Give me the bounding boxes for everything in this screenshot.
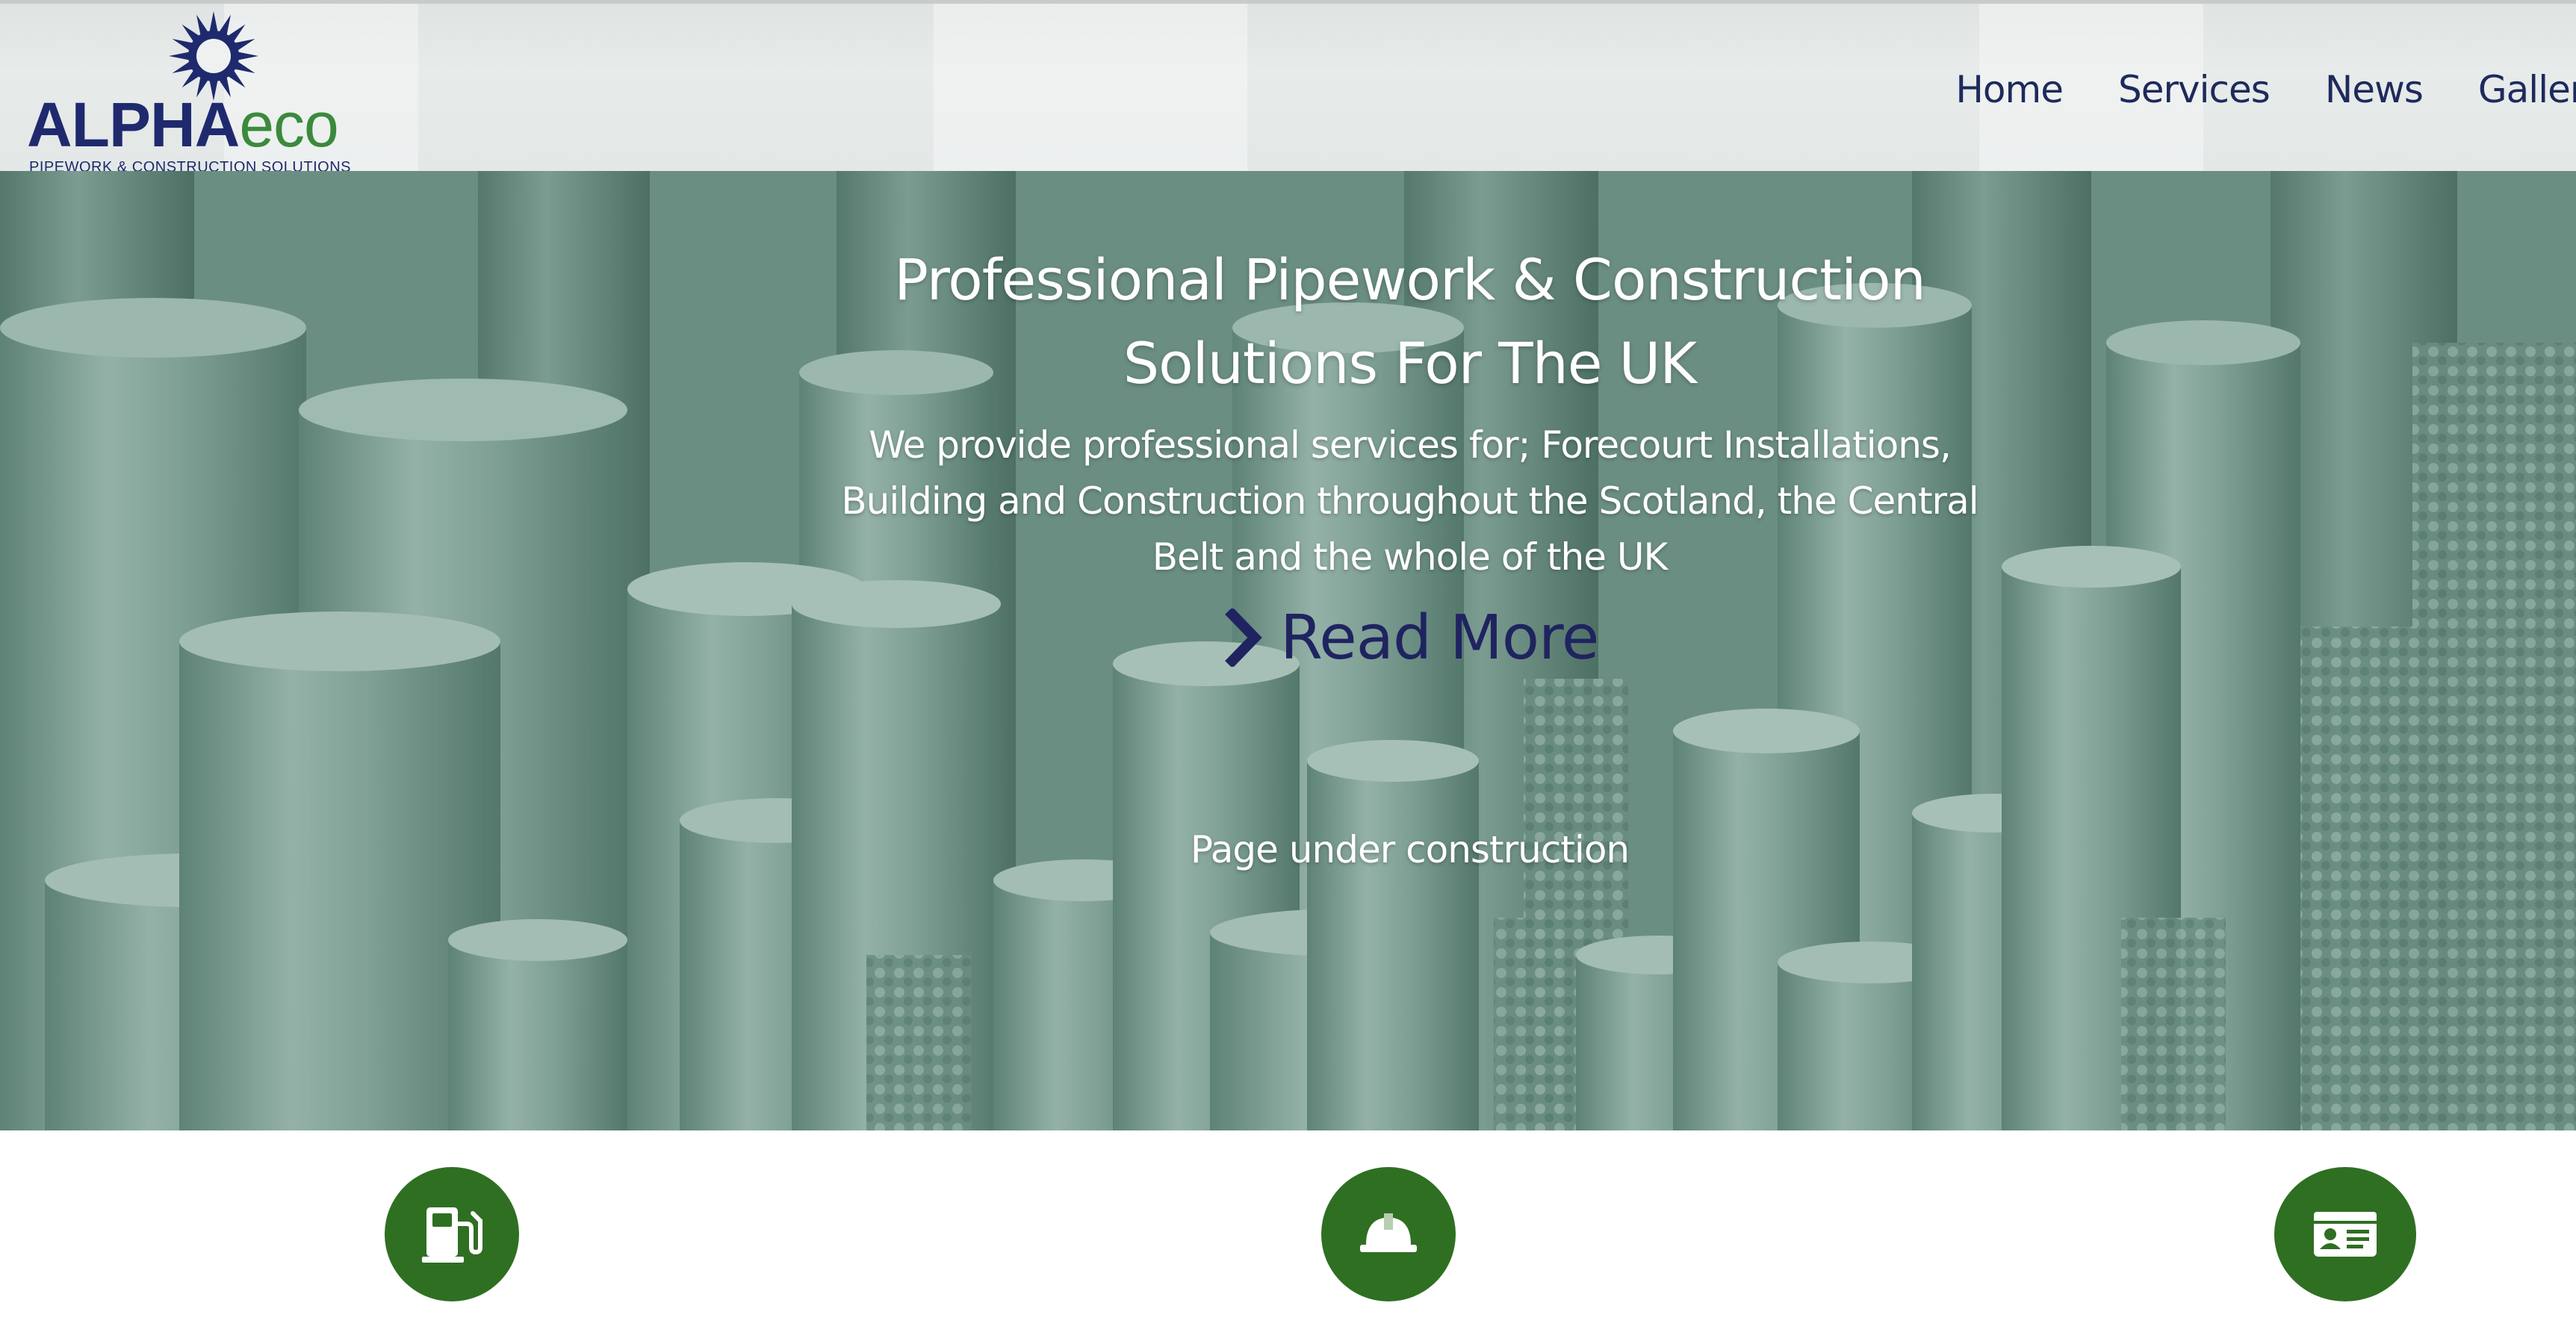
hard-hat-icon (1360, 1213, 1417, 1252)
read-more-link[interactable]: Read More (1225, 597, 1599, 679)
read-more-label: Read More (1280, 602, 1599, 673)
nav-link-gallery[interactable]: Gallery (2478, 68, 2576, 111)
fuel-pump-icon (422, 1207, 482, 1263)
hero-banner: Professional Pipework & Construction Sol… (0, 171, 2576, 1130)
hero-title: Professional Pipework & Construction Sol… (894, 246, 1926, 396)
logo-alpha-text: ALPHA (27, 90, 240, 160)
service-forecourt-button[interactable] (385, 1167, 519, 1301)
logo-wordmark: ALPHAeco (27, 93, 339, 156)
service-construction-button[interactable] (1321, 1167, 1456, 1301)
id-card-icon (2314, 1212, 2377, 1257)
site-header: ALPHAeco PIPEWORK & CONSTRUCTION SOLUTIO… (0, 0, 2576, 171)
under-construction-notice: Page under construction (1190, 828, 1630, 871)
chevron-right-icon (1225, 609, 1262, 667)
main-navigation: Home Services News Gallery (1955, 68, 2576, 111)
hero-content: Professional Pipework & Construction Sol… (0, 171, 2576, 1130)
service-contact-button[interactable] (2274, 1167, 2416, 1301)
hero-subtitle: We provide professional services for; Fo… (841, 423, 1978, 579)
site-logo[interactable]: ALPHAeco PIPEWORK & CONSTRUCTION SOLUTIO… (27, 10, 356, 171)
nav-link-services[interactable]: Services (2118, 68, 2271, 111)
logo-eco-text: eco (239, 90, 338, 160)
nav-link-news[interactable]: News (2325, 68, 2424, 111)
header-background-shade (934, 4, 1247, 171)
logo-tagline: PIPEWORK & CONSTRUCTION SOLUTIONS (29, 159, 351, 171)
nav-link-home[interactable]: Home (1955, 68, 2064, 111)
